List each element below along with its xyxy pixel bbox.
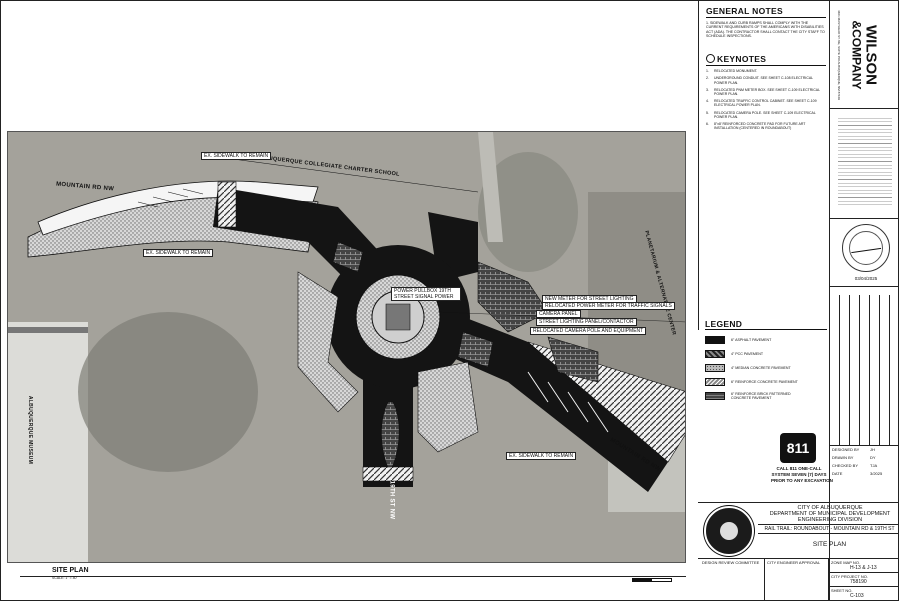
checked-by-value: TJA bbox=[870, 463, 878, 468]
pe-seal bbox=[842, 224, 890, 272]
zone-map-value: H-13 & J-13 bbox=[850, 565, 877, 571]
call-notice-line-2: SYSTEM SEVEN (7) DAYS bbox=[771, 472, 827, 477]
legend-item: 6" REINFORCE BRICK PATTERNED CONCRETE PA… bbox=[705, 392, 811, 400]
sheet-no-value: C-103 bbox=[850, 593, 864, 599]
legend-swatch bbox=[705, 350, 725, 358]
museum-label: ALBUQUERQUE MUSEUM bbox=[27, 395, 34, 465]
keynote-item: 5. RELOCATED CAMERA POLE. SEE SHEET C-109… bbox=[706, 110, 816, 119]
keynote-item: 1. RELOCATED MONUMENT. bbox=[706, 69, 758, 74]
keynote-item: 2. UNDERGROUND CONDUIT. SEE SHEET C-108 E… bbox=[706, 76, 813, 85]
callout-sidewalk-1: EX. SIDEWALK TO REMAIN bbox=[201, 152, 272, 160]
general-notes-heading: GENERAL NOTES bbox=[706, 6, 783, 16]
callout-sidewalk-3: EX. SIDEWALK TO REMAIN bbox=[506, 452, 577, 460]
keynote-hex-icon bbox=[706, 54, 715, 64]
callout-power-pullbox: POWER PULLBOX 19TH STREET SIGNAL POWER bbox=[391, 287, 461, 301]
keynote-item: 4. RELOCATED TRAFFIC CONTROL CABINET. SEE… bbox=[706, 99, 817, 108]
revision-table bbox=[830, 295, 899, 445]
firm-address: 4401 MASTHEAD ST. NE, SUITE 150 ALBUQUER… bbox=[837, 10, 841, 100]
call-notice-line-1: CALL 811 ONE-CALL bbox=[776, 466, 822, 471]
museum-building bbox=[8, 322, 88, 562]
legend-swatch bbox=[705, 336, 725, 344]
keynote-item: 3. RELOCATED PNM METER BOX. SEE SHEET C-1… bbox=[706, 87, 820, 97]
date-label: DATE bbox=[832, 471, 843, 476]
legend-swatch bbox=[705, 364, 725, 372]
legend-item: 4" PCC PAVEMENT bbox=[705, 350, 763, 358]
callout-camera-pole: RELOCATED CAMERA POLE AND EQUIPMENT bbox=[530, 327, 647, 335]
legend-swatch bbox=[705, 378, 725, 386]
callout-lighting-panel: STREET LIGHTING PANEL/CONTACTOR bbox=[536, 318, 637, 326]
site-plan-view: MOUNTAIN RD NW ALBUQUERQUE COLLEGIATE CH… bbox=[7, 131, 686, 563]
engineer-approval-label: CITY ENGINEER APPROVAL bbox=[767, 560, 821, 565]
project-no-value: 758190 bbox=[850, 579, 867, 585]
callout-power-meter: RELOCATED POWER METER FOR TRAFFIC SIGNAL… bbox=[542, 302, 675, 310]
callout-camera-panel: CAMERA PANEL bbox=[536, 310, 581, 318]
seal-date: 03/04/2025 bbox=[854, 276, 878, 281]
drawn-by-label: DRAWN BY bbox=[832, 455, 854, 460]
plan-scale: SCALE: 1" = 40' bbox=[52, 576, 78, 580]
date-value: 3/2025 bbox=[870, 471, 883, 476]
keynotes-heading: KEYNOTES bbox=[717, 54, 767, 64]
drawn-by-value: DY bbox=[870, 455, 876, 460]
firm-logo: WILSON &COMPANY bbox=[850, 20, 880, 90]
call-811-logo: 811 bbox=[780, 433, 816, 463]
callout-sidewalk-2: EX. SIDEWALK TO REMAIN bbox=[143, 249, 214, 257]
street-label-19th: 19TH ST NW bbox=[388, 480, 395, 520]
legend-item: 6" ASPHALT PAVEMENT bbox=[705, 336, 771, 344]
review-committee-label: DESIGN REVIEW COMMITTEE bbox=[702, 560, 760, 565]
title-underline bbox=[20, 576, 686, 577]
general-note-1: 1. SIDEWALK AND CURB RAMPS SHALL COMPLY … bbox=[706, 21, 825, 39]
scale-bar bbox=[632, 578, 672, 582]
city-seal-logo bbox=[704, 506, 754, 556]
call-notice-line-3: PRIOR TO ANY EXCAVATION bbox=[771, 478, 833, 483]
keynote-item: 6. 8"x8' REINFORCED CONCRETE PAD FOR FUTU… bbox=[706, 122, 806, 131]
designed-by-value: JH bbox=[870, 447, 875, 452]
division: ENGINEERING DIVISION bbox=[797, 517, 863, 523]
legend-swatch bbox=[705, 392, 725, 400]
notes-panel: GENERAL NOTES 1. SIDEWALK AND CURB RAMPS… bbox=[698, 0, 829, 330]
legend-heading: LEGEND bbox=[705, 319, 743, 329]
designed-by-label: DESIGNED BY bbox=[832, 447, 860, 452]
legend-item: 4" MEDIAN CONCRETE PAVEMENT bbox=[705, 364, 791, 372]
site-plan-drawing bbox=[8, 132, 685, 562]
checked-by-label: CHECKED BY bbox=[832, 463, 859, 468]
plan-title: SITE PLAN bbox=[52, 567, 89, 574]
general-notes: GENERAL NOTES 1. SIDEWALK AND CURB RAMPS… bbox=[706, 6, 826, 39]
sheet-title: SITE PLAN bbox=[812, 541, 847, 548]
disclaimer-text bbox=[838, 118, 892, 208]
project-name: RAIL TRAIL: ROUNDABOUT - MOUNTAIN RD & 1… bbox=[764, 526, 895, 532]
legend-item: 6" REINFORCE CONCRETE PAVEMENT bbox=[705, 378, 798, 386]
keynotes: KEYNOTES 1. RELOCATED MONUMENT. 2. UNDERGR… bbox=[706, 54, 826, 130]
